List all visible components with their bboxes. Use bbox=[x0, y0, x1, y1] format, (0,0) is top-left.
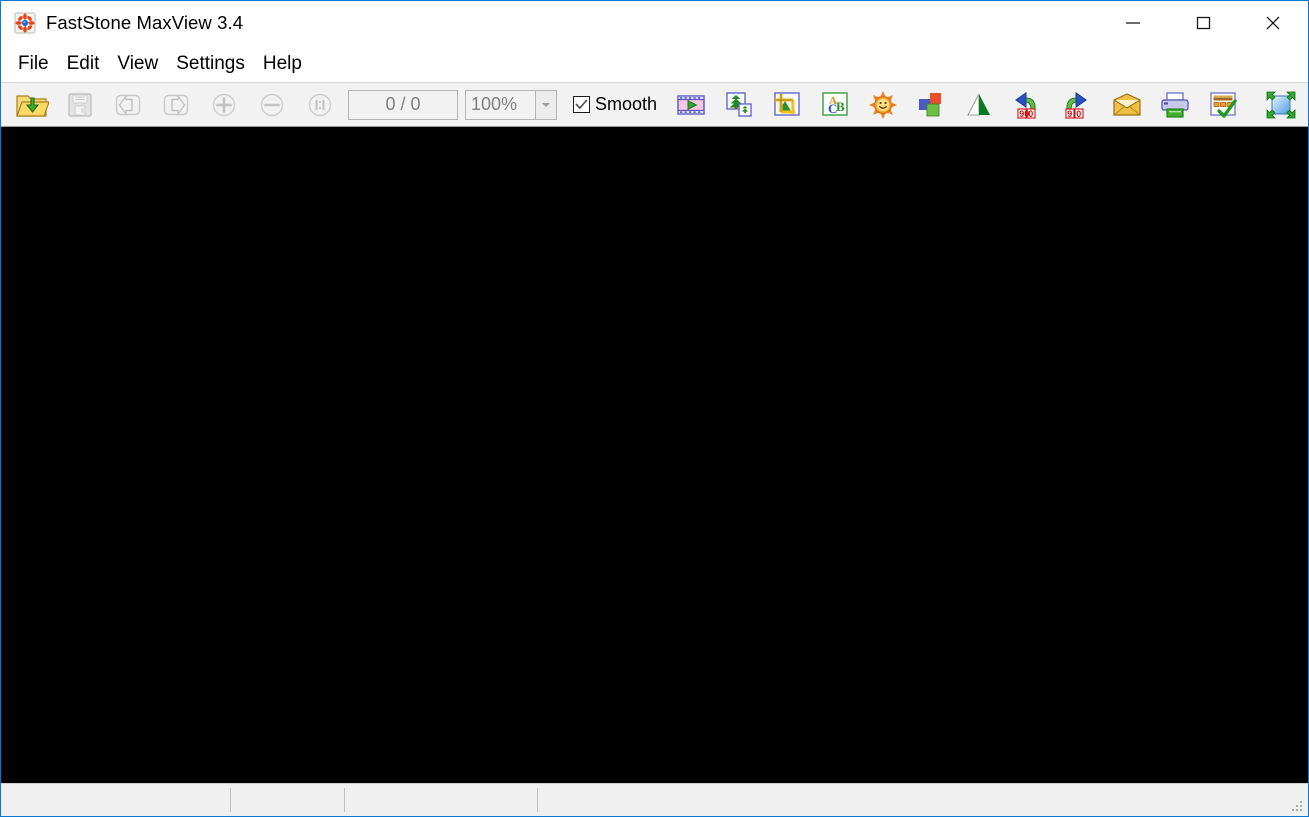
fullscreen-button[interactable] bbox=[1257, 85, 1305, 125]
menu-item-file[interactable]: File bbox=[9, 51, 58, 77]
menu-item-view[interactable]: View bbox=[108, 51, 167, 77]
chevron-down-icon bbox=[542, 102, 550, 107]
smooth-checkbox[interactable]: Smooth bbox=[573, 94, 657, 115]
settings-button[interactable] bbox=[1199, 85, 1247, 125]
draw-text-icon: A C B bbox=[820, 91, 850, 119]
resize-button[interactable] bbox=[715, 85, 763, 125]
menu-item-settings[interactable]: Settings bbox=[167, 51, 254, 77]
flip-triangle-icon bbox=[964, 91, 994, 119]
previous-button[interactable] bbox=[104, 85, 152, 125]
zoom-level-field[interactable]: 100% bbox=[465, 89, 535, 120]
zoom-in-button[interactable] bbox=[200, 85, 248, 125]
colors-button[interactable] bbox=[907, 85, 955, 125]
svg-text:0: 0 bbox=[1028, 109, 1033, 119]
one-to-one-icon bbox=[305, 90, 335, 120]
zoom-in-icon bbox=[209, 90, 239, 120]
open-folder-icon bbox=[15, 90, 49, 120]
page-counter-value: 0 / 0 bbox=[385, 94, 421, 114]
email-button[interactable] bbox=[1103, 85, 1151, 125]
status-bar bbox=[1, 783, 1308, 816]
save-button[interactable] bbox=[56, 85, 104, 125]
page-counter: 0 / 0 bbox=[348, 89, 458, 120]
checkbox-box[interactable] bbox=[573, 96, 590, 113]
close-button[interactable] bbox=[1238, 1, 1308, 45]
next-button[interactable] bbox=[152, 85, 200, 125]
zoom-level-combo[interactable]: 100% bbox=[465, 89, 557, 120]
crop-icon bbox=[772, 91, 802, 119]
rotate-left-button[interactable]: 90 0 bbox=[1003, 85, 1051, 125]
status-panel-dimensions bbox=[230, 784, 344, 816]
rotate-left-90-icon: 90 0 bbox=[1011, 90, 1043, 120]
resize-resample-icon bbox=[724, 91, 754, 119]
status-panel-filesize bbox=[344, 784, 537, 816]
slideshow-button[interactable] bbox=[667, 85, 715, 125]
window-title: FastStone MaxView 3.4 bbox=[46, 12, 244, 33]
properties-check-icon bbox=[1208, 91, 1238, 119]
envelope-icon bbox=[1111, 92, 1143, 118]
minimize-button[interactable] bbox=[1098, 1, 1168, 45]
svg-text:0: 0 bbox=[1076, 109, 1081, 119]
arrow-left-icon bbox=[113, 90, 143, 120]
flip-button[interactable] bbox=[955, 85, 1003, 125]
zoom-dropdown-button[interactable] bbox=[535, 89, 557, 120]
status-panel-info bbox=[537, 784, 1308, 816]
rotate-right-90-icon: 9 0 bbox=[1059, 90, 1091, 120]
brightness-button[interactable] bbox=[859, 85, 907, 125]
faststone-flower-icon bbox=[14, 12, 36, 34]
image-canvas[interactable] bbox=[1, 127, 1308, 783]
svg-text:B: B bbox=[836, 99, 845, 114]
smooth-label: Smooth bbox=[595, 94, 658, 114]
print-button[interactable] bbox=[1151, 85, 1199, 125]
sun-icon bbox=[868, 90, 898, 120]
menu-bar: File Edit View Settings Help bbox=[1, 45, 1308, 83]
menu-item-edit[interactable]: Edit bbox=[58, 51, 109, 77]
toolbar: 0 / 0 100% Smooth A C B 90 0 9 0 bbox=[1, 83, 1308, 127]
resize-grip-icon[interactable] bbox=[1291, 800, 1304, 813]
zoom-level-value: 100% bbox=[471, 94, 518, 114]
text-button[interactable]: A C B bbox=[811, 85, 859, 125]
printer-icon bbox=[1159, 91, 1191, 119]
actual-size-button[interactable] bbox=[296, 85, 344, 125]
save-disk-icon bbox=[65, 90, 95, 120]
status-panel-filename bbox=[1, 784, 230, 816]
svg-text:9: 9 bbox=[1067, 109, 1072, 119]
zoom-out-icon bbox=[257, 90, 287, 120]
application-window: FastStone MaxView 3.4 File Edit View Set… bbox=[0, 0, 1309, 817]
fullscreen-arrows-icon bbox=[1265, 90, 1297, 120]
zoom-out-button[interactable] bbox=[248, 85, 296, 125]
rotate-right-button[interactable]: 9 0 bbox=[1051, 85, 1099, 125]
maximize-button[interactable] bbox=[1168, 1, 1238, 45]
color-squares-icon bbox=[916, 91, 946, 119]
caption-button-group bbox=[1098, 1, 1308, 45]
filmstrip-play-icon bbox=[676, 92, 706, 118]
crop-button[interactable] bbox=[763, 85, 811, 125]
title-bar: FastStone MaxView 3.4 bbox=[1, 1, 1308, 45]
checkmark-icon bbox=[575, 99, 588, 110]
open-button[interactable] bbox=[8, 85, 56, 125]
arrow-right-icon bbox=[161, 90, 191, 120]
menu-item-help[interactable]: Help bbox=[254, 51, 311, 77]
